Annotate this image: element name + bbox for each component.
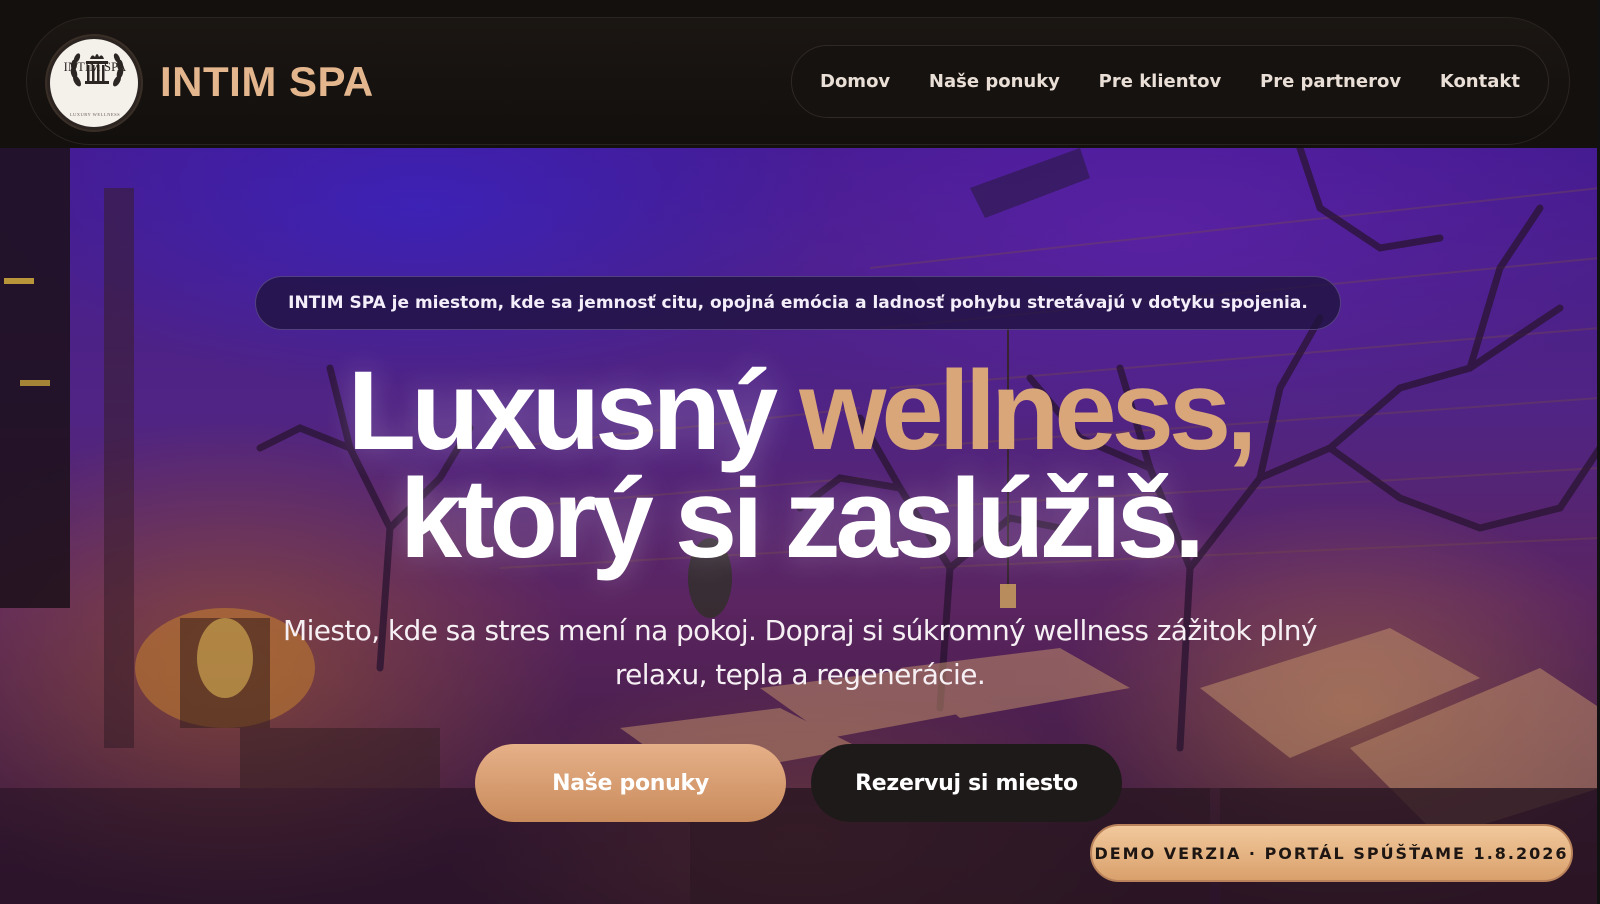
hero-headline: Luxusný wellness, ktorý si zaslúžiš. bbox=[0, 355, 1600, 575]
logo-text: INTIM SPA bbox=[63, 60, 127, 74]
headline-accent: wellness, bbox=[799, 348, 1257, 473]
brand-title[interactable]: INTIM SPA bbox=[160, 58, 374, 106]
headline-part-1: Luxusný bbox=[347, 348, 800, 473]
demo-version-badge: DEMO VERZIA · PORTÁL SPÚŠŤAME 1.8.2026 bbox=[1090, 824, 1573, 882]
reserve-button[interactable]: Rezervuj si miesto bbox=[811, 744, 1122, 822]
nav-item-nase-ponuky[interactable]: Naše ponuky bbox=[929, 71, 1060, 92]
nav-item-pre-partnerov[interactable]: Pre partnerov bbox=[1260, 71, 1401, 92]
nav-item-domov[interactable]: Domov bbox=[820, 71, 890, 92]
offers-button[interactable]: Naše ponuky bbox=[475, 744, 786, 822]
logo-subtext: LUXURY WELLNESS bbox=[69, 112, 121, 117]
main-navigation: Domov Naše ponuky Pre klientov Pre partn… bbox=[791, 45, 1549, 118]
hero-tagline: INTIM SPA je miestom, kde sa jemnosť cit… bbox=[255, 276, 1341, 330]
nav-item-kontakt[interactable]: Kontakt bbox=[1440, 71, 1520, 92]
hero-subtext: Miesto, kde sa stres mení na pokoj. Dopr… bbox=[283, 614, 1317, 691]
top-header: INTIM SPA LUXURY WELLNESS INTIM SPA Domo… bbox=[0, 0, 1600, 148]
nav-item-pre-klientov[interactable]: Pre klientov bbox=[1099, 71, 1222, 92]
headline-part-2: ktorý si zaslúžiš. bbox=[399, 456, 1205, 581]
